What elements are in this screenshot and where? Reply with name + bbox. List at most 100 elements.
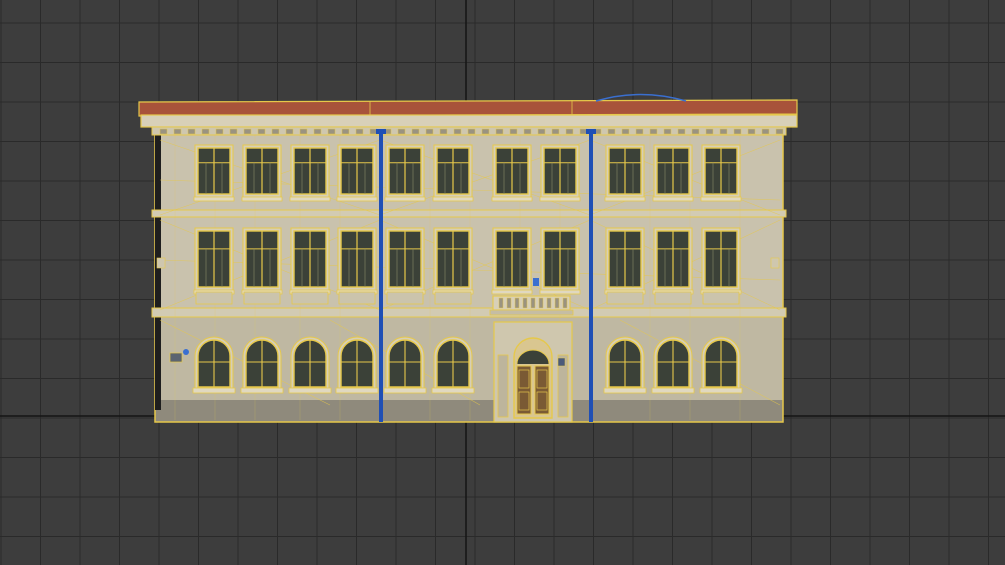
window-sill <box>604 196 646 202</box>
balcony-baluster <box>514 297 520 309</box>
window-panel <box>291 291 329 305</box>
upper-window[interactable] <box>491 144 533 202</box>
arched-window[interactable] <box>603 336 647 394</box>
middle-window[interactable] <box>193 227 235 295</box>
roof-surface[interactable] <box>138 99 798 117</box>
balcony-baluster <box>546 297 552 309</box>
upper-window[interactable] <box>193 144 235 202</box>
cornice-dentil <box>313 128 322 135</box>
window-sill <box>539 289 581 295</box>
upper-window[interactable] <box>700 144 742 202</box>
arched-window[interactable] <box>240 336 284 394</box>
middle-window[interactable] <box>432 227 474 295</box>
upper-window[interactable] <box>539 144 581 202</box>
wall-lamp <box>183 349 189 355</box>
arched-window[interactable] <box>288 336 332 394</box>
arched-window[interactable] <box>651 336 695 394</box>
upper-window[interactable] <box>336 144 378 202</box>
cornice-dentil <box>187 128 196 135</box>
cornice-dentil <box>173 128 182 135</box>
cornice-dentil <box>453 128 462 135</box>
cornice-dentil <box>467 128 476 135</box>
cornice-dentil <box>355 128 364 135</box>
middle-window[interactable] <box>604 227 646 295</box>
middle-window[interactable] <box>491 227 533 295</box>
window-sill <box>193 196 235 202</box>
window-sill <box>603 387 647 394</box>
window-panel <box>195 291 233 305</box>
balcony-baluster <box>538 297 544 309</box>
window-panel <box>243 291 281 305</box>
window-sill <box>241 196 283 202</box>
cornice-dentil <box>635 128 644 135</box>
facade-plinth <box>155 400 783 422</box>
arched-window[interactable] <box>431 336 475 394</box>
drainpipe-left[interactable] <box>379 131 383 422</box>
window-sill <box>432 196 474 202</box>
upper-floor-windows[interactable] <box>193 144 742 202</box>
building-model[interactable] <box>138 93 798 423</box>
cornice-dentil <box>439 128 448 135</box>
central-balcony[interactable] <box>489 295 574 316</box>
window-sill <box>383 387 427 394</box>
door-pilaster-left <box>497 354 509 418</box>
window-sill <box>384 196 426 202</box>
main-entrance-door[interactable] <box>493 321 573 423</box>
window-sill <box>288 387 332 394</box>
cornice-dentil <box>285 128 294 135</box>
cornice-dentil <box>411 128 420 135</box>
wall-sign <box>533 278 539 286</box>
middle-floor-windows[interactable] <box>193 227 742 305</box>
cornice-dentil <box>523 128 532 135</box>
window-sill <box>491 196 533 202</box>
drainpipe-right[interactable] <box>589 131 593 422</box>
middle-window[interactable] <box>539 227 581 295</box>
cornice-dentil <box>341 128 350 135</box>
cornice-dentil <box>761 128 770 135</box>
arched-window[interactable] <box>335 336 379 394</box>
window-panel <box>434 291 472 305</box>
middle-window[interactable] <box>241 227 283 295</box>
cornice-band[interactable] <box>140 114 798 128</box>
window-panel <box>702 291 740 305</box>
string-course-lower <box>151 307 787 318</box>
arched-window[interactable] <box>192 336 236 394</box>
window-sill <box>539 196 581 202</box>
window-sill <box>289 196 331 202</box>
cornice-dentil <box>369 128 378 135</box>
string-course-upper <box>151 209 787 218</box>
middle-window[interactable] <box>384 227 426 295</box>
building-roof[interactable] <box>138 99 798 117</box>
upper-window[interactable] <box>289 144 331 202</box>
window-panel <box>654 291 692 305</box>
upper-window[interactable] <box>652 144 694 202</box>
drainpipe-head <box>376 129 386 134</box>
upper-window[interactable] <box>241 144 283 202</box>
arched-window[interactable] <box>699 336 743 394</box>
window-sill <box>240 387 284 394</box>
corner-bracket <box>770 257 780 269</box>
cornice-dentil <box>425 128 434 135</box>
drainpipe-head <box>586 129 596 134</box>
3d-viewport[interactable] <box>0 0 1005 565</box>
middle-window[interactable] <box>289 227 331 295</box>
ground-floor-arched-windows[interactable] <box>192 336 743 394</box>
cornice-dentil <box>677 128 686 135</box>
upper-window[interactable] <box>384 144 426 202</box>
cornice-dentil <box>649 128 658 135</box>
cornice-dentil <box>257 128 266 135</box>
arched-window[interactable] <box>383 336 427 394</box>
middle-window[interactable] <box>652 227 694 295</box>
upper-window[interactable] <box>604 144 646 202</box>
middle-window[interactable] <box>336 227 378 295</box>
cornice-dentil <box>579 128 588 135</box>
cornice-dentil <box>481 128 490 135</box>
upper-window[interactable] <box>432 144 474 202</box>
viewport-canvas[interactable] <box>0 0 1005 565</box>
balcony-baluster <box>498 297 504 309</box>
cornice-dentil <box>705 128 714 135</box>
cornice-dentil <box>243 128 252 135</box>
cornice-dentil <box>621 128 630 135</box>
cornice-dentil <box>747 128 756 135</box>
middle-window[interactable] <box>700 227 742 295</box>
